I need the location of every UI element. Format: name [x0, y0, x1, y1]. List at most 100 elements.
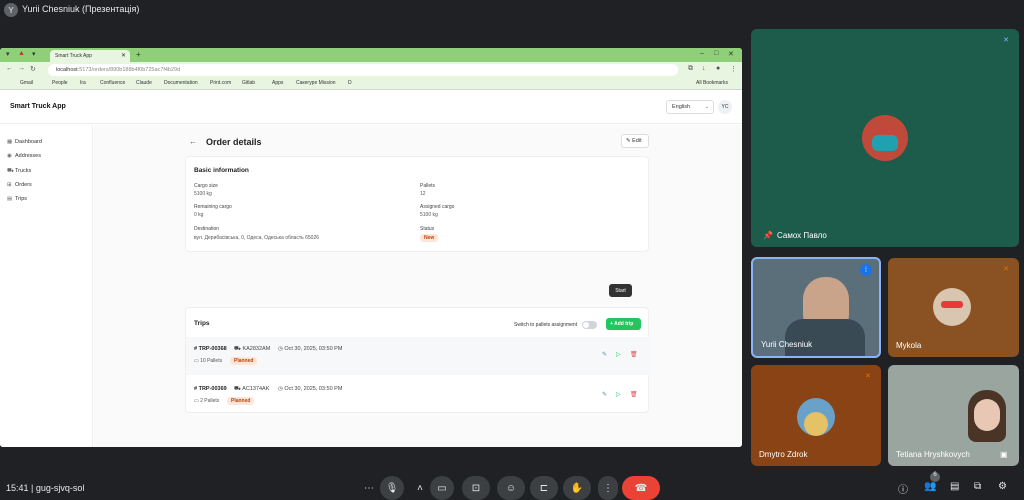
browser-tab[interactable]: Smart Truck App ✕	[50, 50, 130, 62]
picture-in-picture-icon[interactable]: ▣	[1000, 450, 1008, 459]
trip-row[interactable]: # TRP-00369 ⛟ AC1374AK ◷ Oct 30, 2025, 0…	[186, 377, 650, 415]
minimize-icon[interactable]: –	[700, 50, 704, 57]
delete-trip-icon[interactable]: 🗑	[630, 391, 638, 398]
remaining-value: 0 kg	[194, 212, 204, 218]
trip-truck: ⛟ AC1374AK	[234, 386, 270, 392]
edit-trip-icon[interactable]: ✎	[602, 391, 607, 398]
assigned-value: 5100 kg	[420, 212, 438, 218]
bookmark-claude[interactable]: Claude	[136, 80, 152, 86]
meeting-time-code: 15:41 | gug-sjvq-sol	[6, 483, 85, 493]
downloads-icon[interactable]: ↓	[702, 65, 706, 72]
add-trip-button[interactable]: + Add trip	[606, 318, 641, 330]
url-path: :5173/orders/890b188b4f0b725ac7f4b29d	[77, 67, 181, 73]
participant-tile[interactable]: ✕ Mykola	[888, 258, 1019, 357]
people-icon[interactable]: 👥	[924, 481, 936, 492]
url-field[interactable]: localhost:5173/orders/890b188b4f0b725ac7…	[48, 64, 678, 76]
extensions-icon[interactable]: ⧉	[688, 65, 693, 73]
trip-truck: ⛟ KA2832AM	[234, 346, 271, 352]
captions-button[interactable]: ⊏	[530, 476, 558, 500]
leave-call-button[interactable]: ☎	[622, 476, 660, 500]
bookmark-d[interactable]: D	[348, 80, 352, 86]
camera-icon: ▭	[437, 482, 447, 494]
basic-info-card: Basic information Cargo size 5100 kg Pal…	[185, 156, 649, 252]
browser-menu-icon[interactable]: ⋮	[730, 65, 737, 73]
participant-tile[interactable]: ✕ Dmytro Zdrok	[751, 365, 881, 466]
more-audio-icon[interactable]: ⋯	[358, 476, 380, 500]
mic-off-icon: ✕	[1003, 266, 1009, 273]
start-trip-icon[interactable]: ▷	[616, 351, 621, 358]
bookmark-gitlab[interactable]: Gitlab	[242, 80, 255, 86]
bookmark-gmail[interactable]: Gmail	[20, 80, 33, 86]
trip-id: # TRP-00368	[194, 346, 227, 352]
user-avatar[interactable]: YC	[718, 100, 732, 114]
mic-button[interactable]: 🎙	[380, 476, 404, 500]
tab-title: Smart Truck App	[55, 53, 92, 59]
bookmark-people[interactable]: People	[52, 80, 68, 86]
more-video-icon[interactable]: ˄	[412, 476, 428, 500]
activities-icon[interactable]: ⧉	[974, 481, 981, 492]
chat-icon[interactable]: ▤	[950, 481, 959, 492]
presenter-title: Yurii Chesniuk (Презентація)	[22, 4, 140, 14]
participant-tile[interactable]: ⁞ Yurii Chesniuk	[751, 257, 881, 358]
profile-icon[interactable]: ●	[716, 65, 720, 72]
pallets-toggle[interactable]	[582, 321, 597, 329]
destination-value: вул. Дерибасівська, 0, Одеса, Одеська об…	[194, 235, 320, 241]
address-bar: ← → ↻ localhost:5173/orders/890b188b4f0b…	[0, 62, 742, 78]
bookmark-documentation[interactable]: Documentation	[164, 80, 198, 86]
language-select[interactable]: English ⌄	[666, 100, 714, 114]
extension-icon[interactable]: ▲	[18, 50, 25, 57]
bookmark-print[interactable]: Print.com	[210, 80, 231, 86]
present-button[interactable]: ⊡	[462, 476, 490, 500]
bookmark-confluence[interactable]: Confluence	[100, 80, 125, 86]
presenter-avatar: Y	[4, 3, 18, 17]
participant-count: 6	[930, 472, 940, 482]
host-controls-icon[interactable]: ⚙	[998, 481, 1007, 492]
trip-row[interactable]: # TRP-00368 ⛟ KA2832AM ◷ Oct 30, 2025, 0…	[186, 337, 650, 375]
edit-trip-icon[interactable]: ✎	[602, 351, 607, 358]
sidebar-item-trucks[interactable]: ⛟Trucks	[7, 168, 31, 175]
all-bookmarks[interactable]: All Bookmarks	[696, 80, 728, 86]
edit-button[interactable]: ✎ Edit	[621, 134, 649, 148]
language-value: English	[672, 104, 691, 110]
close-window-icon[interactable]: ✕	[728, 50, 734, 58]
trips-title: Trips	[194, 320, 210, 327]
close-tab-icon[interactable]: ✕	[121, 52, 126, 59]
window-menu-icon[interactable]: ▾	[6, 50, 10, 58]
assigned-label: Assigned cargo	[420, 204, 455, 210]
trip-pallets-text: 10 Pallets	[200, 358, 223, 364]
reload-icon[interactable]: ↻	[30, 65, 36, 73]
avatar	[933, 288, 971, 326]
pin-icon[interactable]: 📌	[763, 231, 773, 240]
dashboard-icon: ▦	[7, 139, 13, 145]
back-icon[interactable]: ←	[6, 65, 13, 72]
maximize-icon[interactable]: □	[714, 50, 718, 57]
reactions-button[interactable]: ☺	[497, 476, 525, 500]
emoji-icon: ☺	[505, 482, 517, 494]
tab-search-icon[interactable]: ▾	[32, 50, 36, 58]
back-arrow-icon[interactable]: ←	[189, 137, 197, 146]
captions-icon: ⊏	[539, 482, 549, 494]
bookmark-ira[interactable]: Ira	[80, 80, 86, 86]
more-options-button[interactable]: ⋮	[598, 476, 618, 500]
sidebar-item-dashboard[interactable]: ▦ Dashboard	[7, 139, 42, 145]
delete-trip-icon[interactable]: 🗑	[630, 351, 638, 358]
participant-tile[interactable]: Tetiana Hryshkovych ▣	[888, 365, 1019, 466]
mic-off-icon: ✕	[1003, 37, 1009, 44]
url-host: localhost	[56, 67, 78, 73]
sidebar-item-orders[interactable]: ⊞ Orders	[7, 182, 32, 188]
speaking-icon: ⁞	[860, 264, 872, 276]
raise-hand-button[interactable]: ✋	[563, 476, 591, 500]
forward-icon[interactable]: →	[18, 65, 25, 72]
camera-button[interactable]: ▭	[430, 476, 454, 500]
sidebar-item-addresses[interactable]: ◉ Addresses	[7, 153, 41, 159]
start-trip-icon[interactable]: ▷	[616, 391, 621, 398]
bookmark-mission[interactable]: Cакегуре Mission	[296, 80, 336, 86]
new-tab-icon[interactable]: +	[136, 50, 141, 59]
card-title: Basic information	[194, 167, 249, 174]
participant-tile-main[interactable]: ✕ 📌 Самох Павло	[751, 29, 1019, 247]
bookmark-apps[interactable]: Apps	[272, 80, 283, 86]
sidebar-item-label: Addresses	[15, 153, 41, 159]
cargo-size-value: 5100 kg	[194, 191, 212, 197]
info-icon[interactable]: ⓘ	[898, 481, 908, 496]
sidebar-item-trips[interactable]: ▤ Trips	[7, 196, 27, 202]
